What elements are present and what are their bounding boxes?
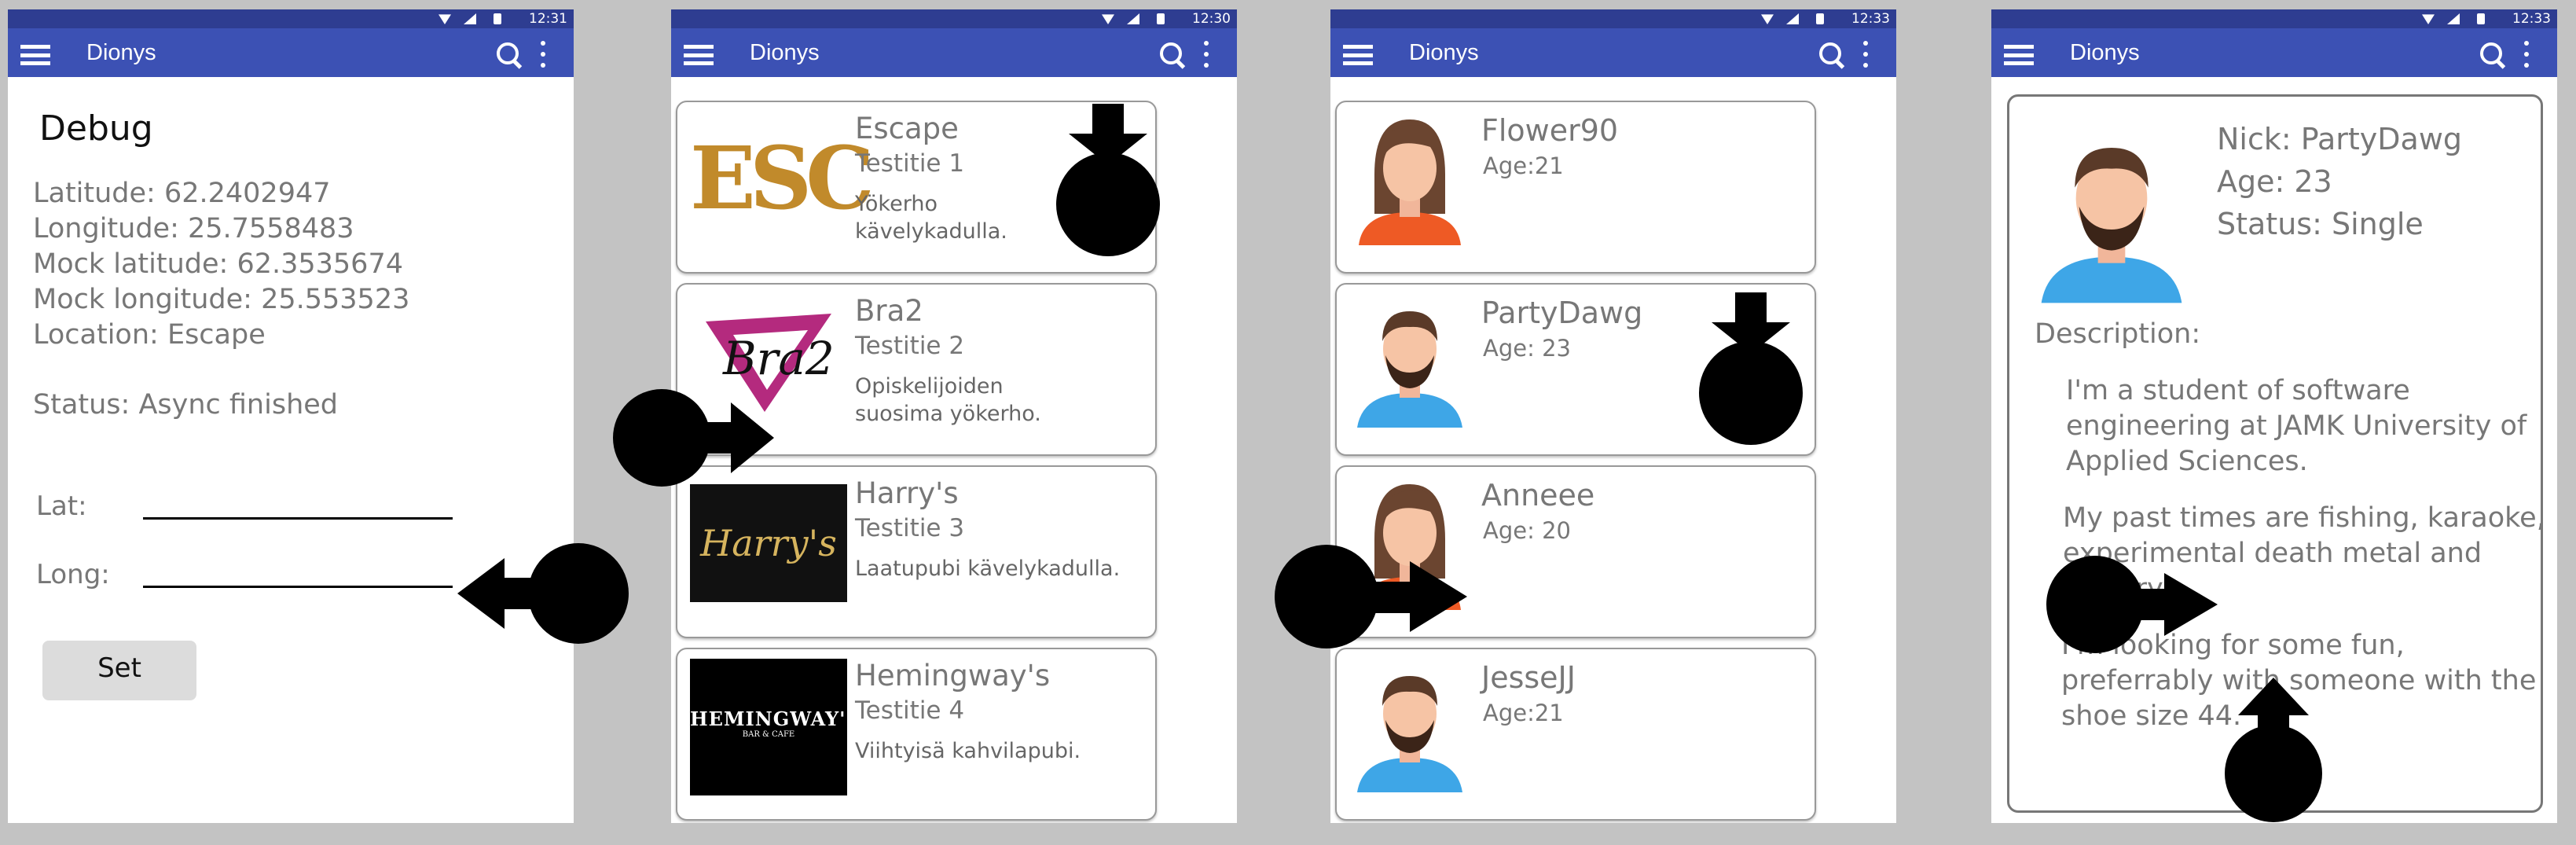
profile-nick: Nick: PartyDawg	[2217, 122, 2463, 156]
status-bar: 12:33	[1330, 9, 1896, 28]
mock-longitude-text: Mock longitude: 25.553523	[33, 284, 410, 315]
female-avatar-icon	[1351, 112, 1469, 245]
status-time: 12:31	[529, 11, 567, 27]
app-bar: Dionys	[1330, 28, 1896, 77]
battery-icon	[1157, 13, 1165, 24]
user-card-flower90[interactable]: Flower90 Age:21	[1335, 101, 1816, 274]
lat-input[interactable]	[143, 494, 453, 520]
debug-title: Debug	[39, 108, 153, 149]
app-bar: Dionys	[671, 28, 1237, 77]
arrow-down-icon	[1053, 104, 1163, 261]
app-title: Dionys	[86, 40, 156, 65]
arrow-up-icon	[2222, 678, 2325, 824]
status-time: 12:33	[1851, 11, 1890, 27]
set-button[interactable]: Set	[42, 641, 196, 700]
status-bar: 12:31	[8, 9, 574, 28]
status-bar: 12:33	[1991, 9, 2557, 28]
arrow-right-icon	[2046, 553, 2219, 656]
hemingways-logo-subtext: BAR & CAFE	[742, 730, 795, 739]
wifi-icon	[2422, 14, 2435, 24]
more-options-icon[interactable]	[2524, 41, 2529, 68]
longitude-text: Longitude: 25.7558483	[33, 213, 354, 244]
arrow-left-icon	[457, 542, 630, 645]
user-name: JesseJJ	[1481, 660, 1576, 695]
status-bar: 12:30	[671, 9, 1237, 28]
location-text: Location: Escape	[33, 319, 266, 351]
venue-card-harrys[interactable]: Harry's Harry's Testitie 3 Laatupubi käv…	[676, 465, 1157, 638]
more-options-icon[interactable]	[1204, 41, 1209, 68]
user-age: Age:21	[1483, 700, 1564, 726]
menu-icon[interactable]	[2004, 45, 2034, 65]
signal-icon	[1786, 13, 1799, 24]
app-title: Dionys	[750, 40, 820, 65]
search-icon[interactable]	[2480, 42, 2502, 64]
bra2-logo-text: Bra2	[722, 332, 835, 385]
user-name: PartyDawg	[1481, 296, 1643, 330]
venue-description: Viihtyisä kahvilapubi.	[855, 739, 1081, 763]
venue-address: Testitie 1	[855, 149, 965, 178]
long-input[interactable]	[143, 562, 453, 588]
signal-icon	[2447, 13, 2460, 24]
venue-name: Hemingway's	[855, 659, 1051, 693]
user-card-jessejj[interactable]: JesseJJ Age:21	[1335, 648, 1816, 821]
venue-card-hemingways[interactable]: HEMINGWAY'S BAR & CAFE Hemingway's Testi…	[676, 648, 1157, 821]
venue-name: Escape	[855, 112, 959, 145]
menu-icon[interactable]	[684, 45, 714, 65]
app-bar: Dionys	[1991, 28, 2557, 77]
hemingways-logo: HEMINGWAY'S BAR & CAFE	[690, 659, 861, 795]
battery-icon	[494, 13, 501, 24]
menu-icon[interactable]	[1343, 45, 1373, 65]
user-name: Flower90	[1481, 113, 1619, 148]
mock-latitude-text: Mock latitude: 62.3535674	[33, 248, 403, 280]
profile-age: Age: 23	[2217, 164, 2332, 199]
user-age: Age: 20	[1483, 517, 1571, 544]
long-label: Long:	[36, 559, 110, 590]
arrow-down-icon	[1696, 292, 1806, 450]
app-bar: Dionys	[8, 28, 574, 77]
battery-icon	[1816, 13, 1824, 24]
user-age: Age:21	[1483, 152, 1564, 179]
venue-address: Testitie 4	[855, 696, 965, 725]
venue-name: Bra2	[855, 294, 923, 328]
latitude-text: Latitude: 62.2402947	[33, 178, 331, 209]
status-time: 12:30	[1192, 11, 1231, 27]
search-icon[interactable]	[1819, 42, 1841, 64]
wifi-icon	[1102, 14, 1114, 24]
male-avatar-icon	[1351, 659, 1469, 792]
hemingways-logo-text: HEMINGWAY'S	[690, 707, 861, 730]
venue-name: Harry's	[855, 476, 959, 510]
venue-description: Laatupubi kävelykadulla.	[855, 557, 1121, 581]
signal-icon	[464, 13, 476, 24]
more-options-icon[interactable]	[541, 41, 545, 68]
battery-icon	[2477, 13, 2485, 24]
description-label: Description:	[2035, 318, 2201, 350]
debug-screen: 12:31 Dionys Debug Latitude: 62.2402947 …	[8, 9, 574, 823]
venue-description: Opiskelijoiden suosima yökerho.	[855, 374, 1041, 426]
search-icon[interactable]	[1160, 42, 1182, 64]
user-list-screen: 12:33 Dionys Flower90 Age:21 PartyDawg A…	[1330, 9, 1896, 823]
user-name: Anneee	[1481, 478, 1595, 513]
wifi-icon	[439, 14, 451, 24]
status-time: 12:33	[2512, 11, 2551, 27]
app-title: Dionys	[2070, 40, 2140, 65]
arrow-right-icon	[1275, 544, 1471, 650]
more-options-icon[interactable]	[1863, 41, 1868, 68]
arrow-right-icon	[613, 387, 778, 489]
description-paragraph: I'm a student of software engineering at…	[2066, 375, 2527, 477]
signal-icon	[1127, 13, 1139, 24]
profile-status: Status: Single	[2217, 207, 2424, 241]
status-text: Status: Async finished	[33, 389, 339, 421]
wifi-icon	[1761, 14, 1774, 24]
search-icon[interactable]	[497, 42, 519, 64]
menu-icon[interactable]	[20, 45, 50, 65]
venue-address: Testitie 2	[855, 332, 965, 360]
escape-logo: ESC	[690, 119, 875, 237]
venue-address: Testitie 3	[855, 514, 965, 542]
user-age: Age: 23	[1483, 335, 1571, 362]
male-avatar-icon	[1351, 294, 1469, 428]
male-avatar-icon	[2033, 123, 2190, 304]
lat-label: Lat:	[36, 490, 87, 522]
app-title: Dionys	[1409, 40, 1479, 65]
harrys-logo: Harry's	[690, 484, 847, 602]
